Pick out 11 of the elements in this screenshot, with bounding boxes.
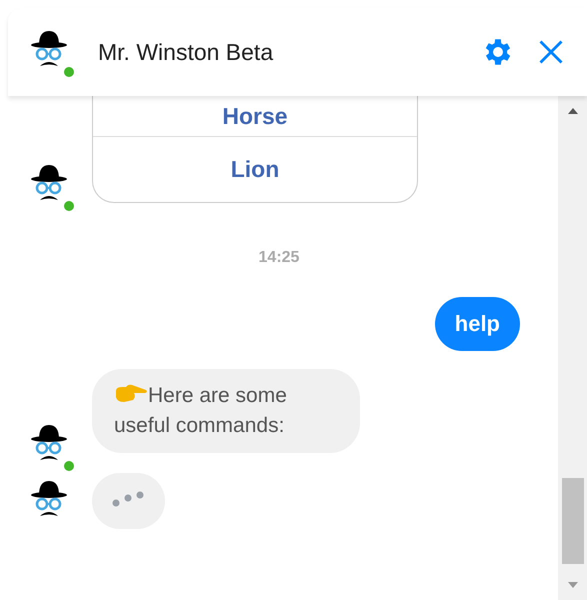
quick-reply-option[interactable]: Horse <box>93 96 417 136</box>
scroll-down-icon[interactable] <box>568 582 578 588</box>
quick-reply-option[interactable]: Lion <box>93 136 417 202</box>
outgoing-message: help <box>434 297 520 351</box>
incoming-message: Here are some useful commands: <box>92 369 360 453</box>
message-timestamp: 14:25 <box>258 249 300 267</box>
scrollbar-thumb[interactable] <box>562 478 584 564</box>
scrollbar[interactable] <box>558 96 587 600</box>
chat-title: Mr. Winston Beta <box>98 38 274 66</box>
scroll-up-icon[interactable] <box>568 108 578 114</box>
close-icon[interactable] <box>537 38 565 66</box>
